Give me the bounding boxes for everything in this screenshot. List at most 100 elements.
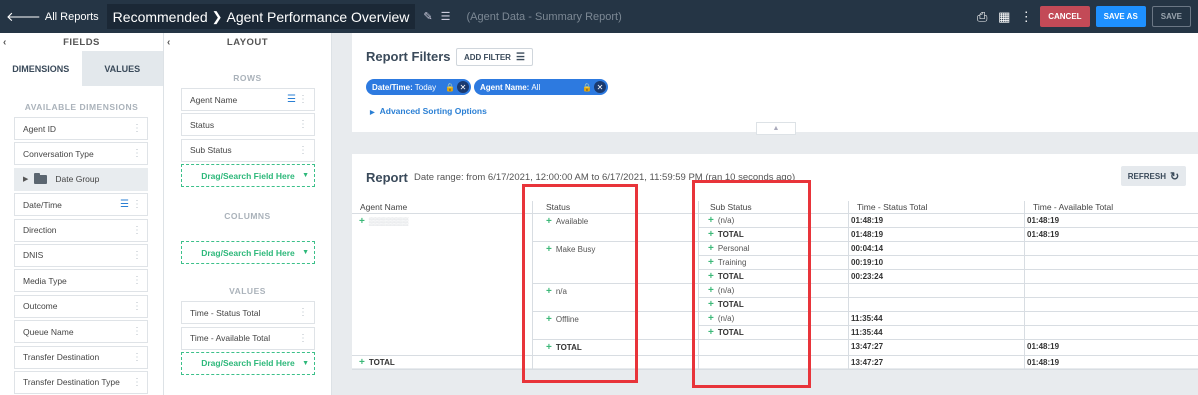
edit-pencil-icon[interactable]: ✎ (423, 10, 432, 23)
available-total-cell: 01:48:19 (1027, 230, 1060, 239)
value-available-total[interactable]: Time - Available Total ⋮ (181, 326, 315, 350)
report-filters-title: Report Filters (366, 49, 451, 64)
highlight-box-sub-status (692, 180, 811, 388)
field-outcome[interactable]: Outcome ⋮ (14, 294, 148, 318)
expand-plus-icon[interactable]: + (359, 216, 365, 227)
field-transfer-destination-type[interactable]: Transfer Destination Type ⋮ (14, 370, 148, 394)
expand-plus-icon[interactable]: + (359, 357, 365, 368)
remove-filter-icon[interactable]: ✕ (457, 81, 469, 93)
add-filter-button[interactable]: ADD FILTER ☰ (456, 48, 533, 66)
chip-value: Today (414, 82, 437, 92)
row-sub-status[interactable]: Sub Status ⋮ (181, 138, 315, 162)
column-header-status-total[interactable]: Time - Status Total (849, 201, 1024, 213)
drag-handle-icon[interactable]: ⋮ (132, 123, 142, 134)
field-queue-name[interactable]: Queue Name ⋮ (14, 320, 148, 344)
drag-handle-icon[interactable]: ⋮ (132, 301, 142, 312)
filter-chip-datetime[interactable]: Date/Time: Today 🔒 ✕ (366, 79, 471, 95)
save-as-button[interactable]: SAVE AS (1095, 6, 1146, 27)
drag-handle-icon[interactable]: ⋮ (298, 307, 308, 318)
chip-value: All (531, 82, 541, 92)
highlight-box-status (522, 184, 638, 383)
drag-handle-icon[interactable]: ⋮ (132, 275, 142, 286)
fields-header-label: FIELDS (63, 36, 100, 48)
filter-chip-agent-name[interactable]: Agent Name: All 🔒 ✕ (474, 79, 608, 95)
dropdown-arrow-icon[interactable]: ▼ (302, 172, 309, 179)
field-label: Transfer Destination Type (23, 377, 120, 388)
collapse-filters-tab[interactable]: ▲ (756, 122, 796, 135)
breadcrumb-recommended[interactable]: Recommended (113, 9, 208, 25)
filter-icon[interactable]: ☰ (120, 199, 129, 210)
field-date-group[interactable]: ▶ Date Group (14, 167, 148, 191)
back-arrow-icon: 🡐 (6, 8, 41, 24)
dropdown-arrow-icon[interactable]: ▼ (302, 249, 309, 256)
refresh-label: REFRESH (1127, 171, 1166, 181)
collapse-fields-icon[interactable]: ‹ (3, 37, 7, 48)
columns-drop-zone[interactable]: Drag/Search Field Here ▼ (181, 241, 315, 265)
dropdown-arrow-icon[interactable]: ▼ (302, 360, 309, 367)
field-date-time[interactable]: Date/Time ☰ ⋮ (14, 193, 148, 217)
field-transfer-destination[interactable]: Transfer Destination ⋮ (14, 345, 148, 369)
cancel-button[interactable]: CANCEL (1040, 6, 1090, 27)
add-to-list-icon[interactable]: ☰ (441, 10, 451, 23)
lock-icon[interactable]: 🔒 (582, 83, 592, 92)
values-drop-zone[interactable]: Drag/Search Field Here ▼ (181, 351, 315, 375)
field-conversation-type[interactable]: Conversation Type ⋮ (14, 142, 148, 166)
filter-lines-icon: ☰ (515, 51, 525, 63)
field-label: Outcome (23, 301, 58, 312)
row-agent-name[interactable]: Agent Name ☰ ⋮ (181, 88, 315, 111)
field-label: Direction (23, 225, 57, 236)
more-options-icon[interactable]: ⋮ (1018, 9, 1034, 25)
drop-label: Drag/Search Field Here (201, 247, 295, 258)
drag-handle-icon[interactable]: ⋮ (132, 148, 142, 159)
refresh-button[interactable]: REFRESH ↻ (1121, 166, 1186, 186)
value-label: Time - Available Total (190, 333, 271, 344)
advanced-sorting-link[interactable]: ▶ Advanced Sorting Options (370, 106, 487, 116)
collapse-layout-icon[interactable]: ‹ (167, 37, 171, 48)
report-filters-card: Report Filters ADD FILTER ☰ Date/Time: T… (352, 33, 1198, 132)
column-header-agent-name[interactable]: Agent Name (352, 201, 532, 213)
layout-header: ‹ LAYOUT (164, 33, 331, 51)
drag-handle-icon[interactable]: ⋮ (132, 352, 142, 363)
drag-handle-icon[interactable]: ⋮ (132, 199, 142, 210)
column-header-available-total[interactable]: Time - Available Total (1025, 201, 1198, 213)
field-dnis[interactable]: DNIS ⋮ (14, 243, 148, 267)
row-status[interactable]: Status ⋮ (181, 113, 315, 137)
field-label: Media Type (23, 275, 67, 286)
all-reports-link[interactable]: 🡐 All Reports (0, 9, 99, 25)
drag-handle-icon[interactable]: ⋮ (298, 94, 308, 105)
field-agent-id[interactable]: Agent ID ⋮ (14, 117, 148, 140)
grand-total-row: + TOTAL (359, 356, 395, 370)
tab-values[interactable]: VALUES (81, 51, 163, 86)
field-label: Agent ID (23, 123, 57, 134)
row-label: Sub Status (190, 145, 232, 156)
save-button[interactable]: SAVE (1151, 6, 1191, 27)
drag-handle-icon[interactable]: ⋮ (132, 225, 142, 236)
all-reports-label: All Reports (44, 10, 99, 23)
fields-tabs: DIMENSIONS VALUES (0, 51, 163, 86)
filter-icon[interactable]: ☰ (287, 94, 296, 105)
status-total-cell: 00:04:14 (851, 244, 884, 253)
tab-dimensions[interactable]: DIMENSIONS (0, 51, 82, 86)
drag-handle-icon[interactable]: ⋮ (132, 377, 142, 388)
field-label: Queue Name (23, 326, 74, 337)
chip-key: Date/Time: (372, 82, 413, 92)
field-direction[interactable]: Direction ⋮ (14, 218, 148, 242)
drag-handle-icon[interactable]: ⋮ (298, 333, 308, 344)
expand-triangle-icon[interactable]: ▶ (23, 175, 28, 183)
schedule-calendar-icon[interactable]: ▦ (996, 9, 1012, 25)
status-total-cell: 13:47:27 (851, 342, 884, 351)
rows-label: ROWS (233, 73, 262, 83)
lock-icon[interactable]: 🔒 (445, 83, 455, 92)
rows-drop-zone[interactable]: Drag/Search Field Here ▼ (181, 164, 315, 188)
fields-panel: ‹ FIELDS DIMENSIONS VALUES AVAILABLE DIM… (0, 33, 164, 395)
value-status-total[interactable]: Time - Status Total ⋮ (181, 301, 315, 325)
drag-handle-icon[interactable]: ⋮ (298, 145, 308, 156)
drag-handle-icon[interactable]: ⋮ (132, 326, 142, 337)
print-icon[interactable]: ⎙ (974, 9, 990, 25)
field-media-type[interactable]: Media Type ⋮ (14, 269, 148, 293)
drag-handle-icon[interactable]: ⋮ (132, 250, 142, 261)
drag-handle-icon[interactable]: ⋮ (298, 119, 308, 130)
value-label: Time - Status Total (190, 307, 261, 318)
remove-filter-icon[interactable]: ✕ (594, 81, 606, 93)
chip-key: Agent Name: (480, 82, 530, 92)
